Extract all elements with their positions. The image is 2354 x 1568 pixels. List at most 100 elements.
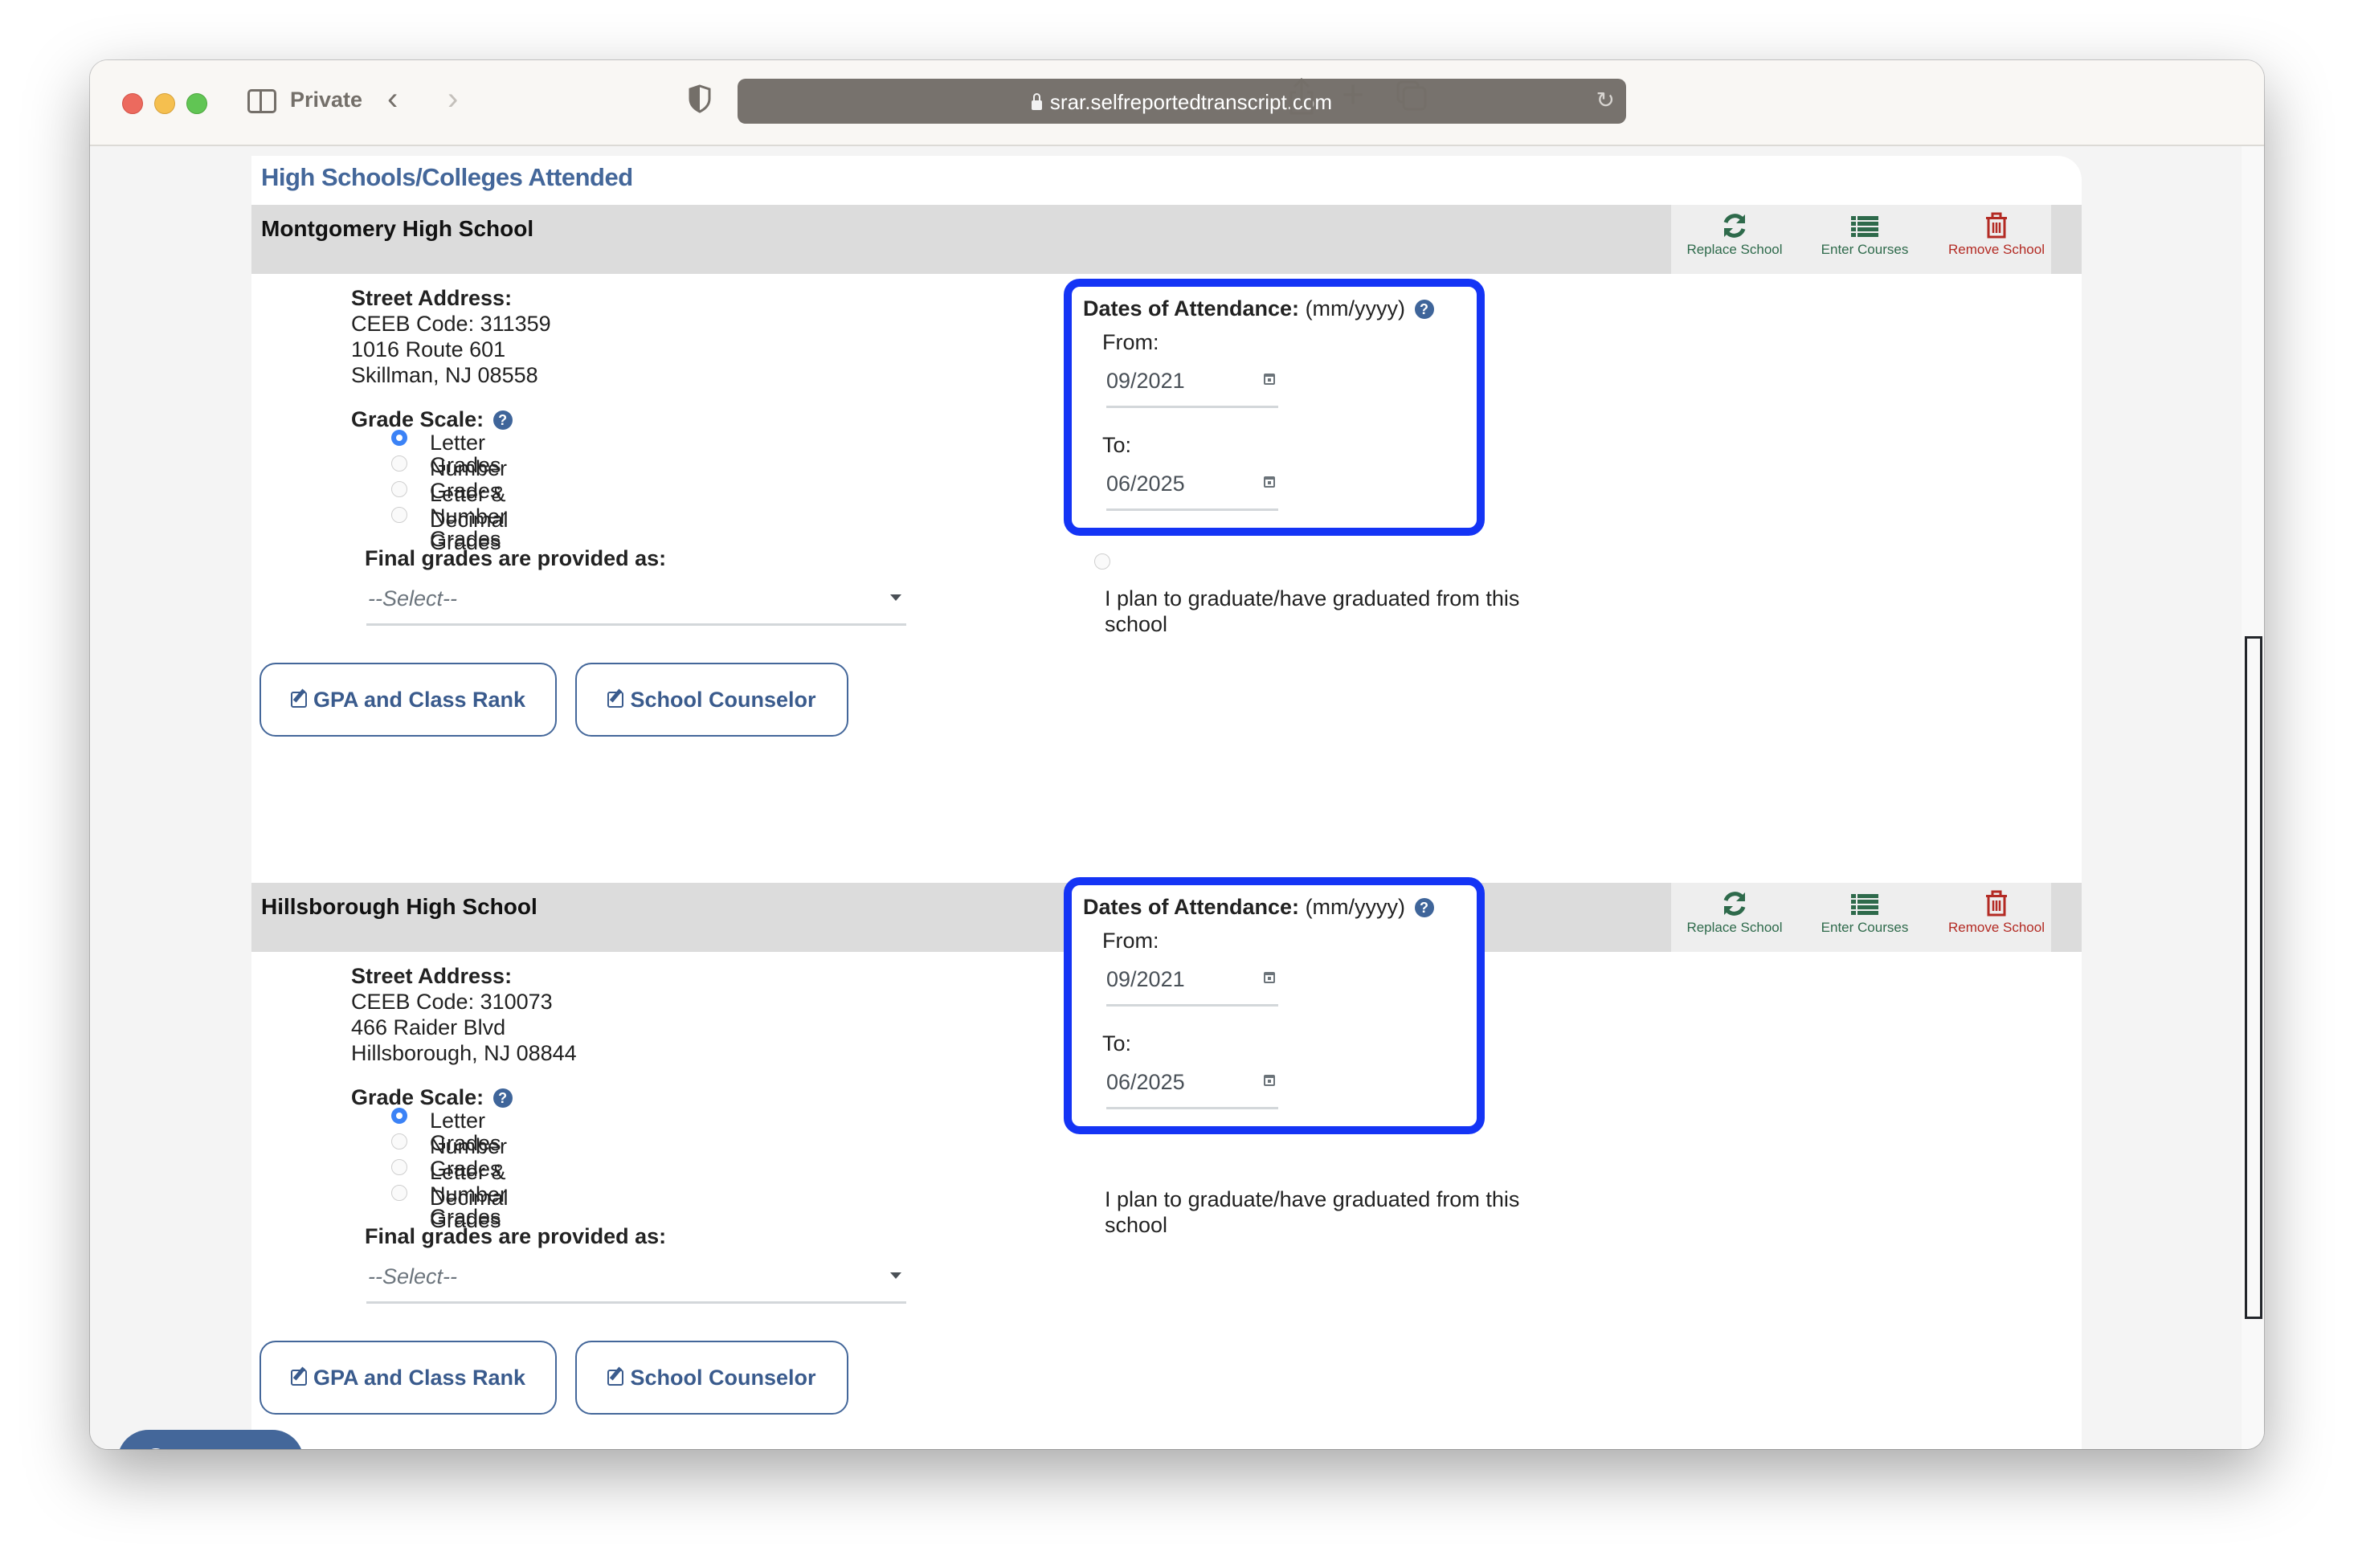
support-button[interactable]: ? Support bbox=[117, 1430, 304, 1449]
final-grades-select[interactable]: --Select-- bbox=[366, 578, 906, 626]
date-from-input[interactable]: 09/2021 bbox=[1106, 959, 1278, 1007]
gpa-button-label: GPA and Class Rank bbox=[313, 688, 526, 712]
city-state-zip: Hillsborough, NJ 08844 bbox=[351, 1041, 577, 1065]
grade-scale-option[interactable]: Letter Grades bbox=[391, 1108, 513, 1154]
final-grades-select[interactable]: --Select-- bbox=[366, 1256, 906, 1304]
scrollbar-thumb[interactable] bbox=[2245, 636, 2262, 1319]
refresh-icon bbox=[1723, 214, 1746, 238]
city-state-zip: Skillman, NJ 08558 bbox=[351, 363, 538, 387]
school-actions: Replace School Enter Courses Remove Scho… bbox=[1671, 205, 2051, 274]
grade-scale-option[interactable]: Number Grades bbox=[391, 1133, 513, 1180]
schools-card: High Schools/Colleges Attended Montgomer… bbox=[251, 156, 2082, 1449]
radio-letter-grades[interactable] bbox=[391, 1108, 407, 1124]
radio-letter-grades[interactable] bbox=[391, 430, 407, 446]
school-counselor-button[interactable]: School Counselor bbox=[575, 1341, 848, 1415]
dates-format: (mm/yyyy) bbox=[1305, 296, 1406, 321]
graduate-label: I plan to graduate/have graduated from t… bbox=[1105, 586, 1520, 636]
grade-scale-option[interactable]: Decimal Grades bbox=[391, 1185, 513, 1231]
grade-scale: Grade Scale: ? Letter Grades Number Grad… bbox=[351, 407, 513, 553]
date-from-value: 09/2021 bbox=[1106, 967, 1185, 991]
minimize-window-button[interactable] bbox=[154, 93, 175, 114]
plus-icon[interactable]: + bbox=[1342, 76, 1364, 115]
zoom-window-button[interactable] bbox=[186, 93, 207, 114]
school-counselor-button[interactable]: School Counselor bbox=[575, 663, 848, 737]
radio-number-grades[interactable] bbox=[391, 455, 407, 472]
trash-icon bbox=[1986, 212, 2007, 239]
date-to-input[interactable]: 06/2025 bbox=[1106, 463, 1278, 511]
counselor-button-label: School Counselor bbox=[630, 1366, 816, 1390]
dates-of-attendance-box: Dates of Attendance: (mm/yyyy) ? From: 0… bbox=[1064, 279, 1485, 536]
enter-courses-button[interactable]: Enter Courses bbox=[1801, 888, 1928, 936]
enter-courses-button[interactable]: Enter Courses bbox=[1801, 210, 1928, 258]
grade-scale-option[interactable]: Decimal Grades bbox=[391, 507, 513, 553]
grade-scale-option[interactable]: Letter & Number Grades bbox=[391, 481, 513, 550]
list-icon bbox=[1851, 216, 1878, 237]
calendar-icon[interactable] bbox=[1264, 374, 1275, 385]
edit-icon bbox=[607, 692, 624, 708]
radio-letter-number-grades[interactable] bbox=[391, 481, 407, 497]
to-label: To: bbox=[1102, 433, 1132, 457]
refresh-icon bbox=[1723, 892, 1746, 916]
counselor-button-label: School Counselor bbox=[630, 688, 816, 712]
from-label: From: bbox=[1102, 330, 1159, 354]
replace-school-button[interactable]: Replace School bbox=[1671, 210, 1798, 258]
school-address: Street Address: CEEB Code: 310073 466 Ra… bbox=[351, 963, 577, 1066]
address-bar[interactable]: srar.selfreportedtranscript.com ↻ bbox=[738, 79, 1626, 124]
chevron-left-icon[interactable]: ‹ bbox=[387, 81, 398, 117]
radio-number-grades[interactable] bbox=[391, 1133, 407, 1149]
grade-scale-label: Grade Scale: bbox=[351, 1085, 484, 1109]
to-label: To: bbox=[1102, 1031, 1132, 1056]
select-value: --Select-- bbox=[368, 586, 458, 610]
edit-icon bbox=[290, 692, 307, 708]
date-to-input[interactable]: 06/2025 bbox=[1106, 1062, 1278, 1109]
scrollbar-track[interactable] bbox=[2242, 146, 2264, 1449]
lock-icon bbox=[1031, 93, 1042, 110]
grade-scale-option[interactable]: Letter Grades bbox=[391, 430, 513, 476]
date-to-value: 06/2025 bbox=[1106, 1070, 1185, 1094]
school-name: Montgomery High School bbox=[261, 216, 534, 241]
remove-school-label: Remove School bbox=[1947, 242, 2045, 257]
chevron-right-icon[interactable]: › bbox=[448, 81, 458, 117]
help-icon[interactable]: ? bbox=[492, 410, 513, 430]
share-icon[interactable] bbox=[1281, 76, 1322, 116]
tabs-icon[interactable] bbox=[1396, 80, 1428, 112]
replace-school-button[interactable]: Replace School bbox=[1671, 888, 1798, 936]
radio-decimal-grades[interactable] bbox=[391, 1185, 407, 1201]
grade-scale-option[interactable]: Number Grades bbox=[391, 455, 513, 502]
gpa-class-rank-button[interactable]: GPA and Class Rank bbox=[260, 663, 557, 737]
close-window-button[interactable] bbox=[122, 93, 143, 114]
help-circle-icon: ? bbox=[145, 1448, 167, 1449]
sidebar-icon[interactable] bbox=[247, 89, 276, 113]
gpa-class-rank-button[interactable]: GPA and Class Rank bbox=[260, 1341, 557, 1415]
street: 1016 Route 601 bbox=[351, 337, 506, 361]
remove-school-button[interactable]: Remove School bbox=[1933, 888, 2060, 936]
shield-icon[interactable] bbox=[689, 84, 711, 113]
enter-courses-label: Enter Courses bbox=[1821, 242, 1909, 257]
list-icon bbox=[1851, 894, 1878, 915]
title-bar: Private ‹ › srar.selfreportedtranscript.… bbox=[90, 60, 2264, 146]
dates-format: (mm/yyyy) bbox=[1305, 895, 1406, 919]
graduate-radio[interactable] bbox=[1094, 553, 1110, 570]
help-icon[interactable]: ? bbox=[1414, 300, 1434, 319]
edit-icon bbox=[607, 1370, 624, 1386]
school-section: Hillsborough High School Replace School … bbox=[251, 877, 2082, 1415]
grade-scale-option[interactable]: Letter & Number Grades bbox=[391, 1159, 513, 1228]
street-address-label: Street Address: bbox=[351, 964, 513, 988]
dates-of-attendance-box: Dates of Attendance: (mm/yyyy) ? From: 0… bbox=[1064, 877, 1485, 1134]
calendar-icon[interactable] bbox=[1264, 972, 1275, 983]
reload-icon[interactable]: ↻ bbox=[1596, 87, 1615, 113]
school-actions: Replace School Enter Courses Remove Scho… bbox=[1671, 883, 2051, 952]
radio-letter-number-grades[interactable] bbox=[391, 1159, 407, 1175]
enter-courses-label: Enter Courses bbox=[1821, 920, 1909, 935]
remove-school-button[interactable]: Remove School bbox=[1933, 210, 2060, 258]
replace-school-label: Replace School bbox=[1686, 920, 1783, 935]
calendar-icon[interactable] bbox=[1264, 1075, 1275, 1086]
help-icon[interactable]: ? bbox=[492, 1088, 513, 1108]
date-from-input[interactable]: 09/2021 bbox=[1106, 361, 1278, 408]
final-grades-label: Final grades are provided as: bbox=[365, 546, 667, 570]
radio-decimal-grades[interactable] bbox=[391, 507, 407, 523]
calendar-icon[interactable] bbox=[1264, 476, 1275, 488]
browser-window: Private ‹ › srar.selfreportedtranscript.… bbox=[90, 60, 2264, 1449]
select-value: --Select-- bbox=[368, 1264, 458, 1288]
help-icon[interactable]: ? bbox=[1414, 898, 1434, 917]
